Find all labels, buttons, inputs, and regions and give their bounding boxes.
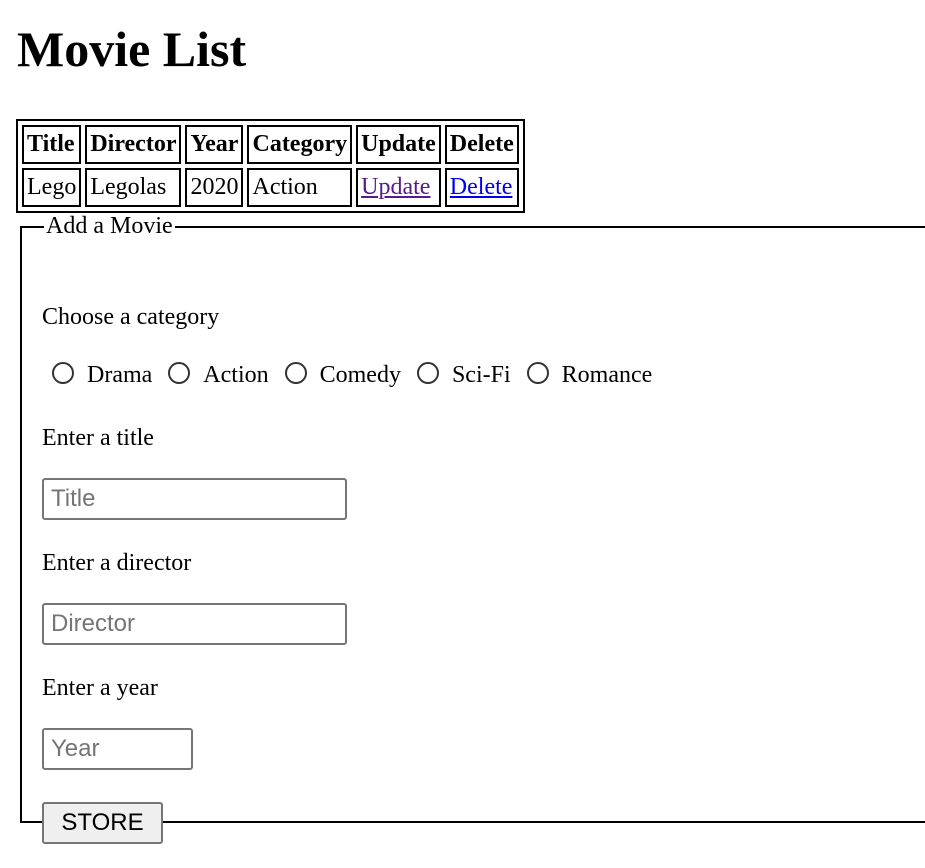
radio-action[interactable]: Action xyxy=(168,361,269,389)
update-link[interactable]: Update xyxy=(361,174,430,200)
radio-button-drama[interactable] xyxy=(52,361,74,384)
header-update: Update xyxy=(356,125,441,164)
cell-update: Update xyxy=(356,168,441,207)
header-delete: Delete xyxy=(444,125,519,164)
director-input[interactable] xyxy=(42,603,347,645)
header-director: Director xyxy=(85,125,182,164)
radio-label-comedy: Comedy xyxy=(319,362,401,388)
cell-year: 2020 xyxy=(185,168,244,207)
radio-drama[interactable]: Drama xyxy=(52,361,153,389)
radio-button-romance[interactable] xyxy=(526,361,549,384)
radio-comedy[interactable]: Comedy xyxy=(284,361,401,389)
delete-link[interactable]: Delete xyxy=(450,174,513,200)
table-header-row: Title Director Year Category Update Dele… xyxy=(22,125,519,164)
radio-button-action[interactable] xyxy=(168,361,191,384)
add-movie-legend: Add a Movie xyxy=(46,213,173,239)
category-radio-group: Drama Action Comedy Sci-Fi Romance xyxy=(52,361,668,389)
radio-label-drama: Drama xyxy=(87,362,153,388)
year-input[interactable] xyxy=(42,728,193,770)
radio-button-comedy[interactable] xyxy=(284,361,307,384)
cell-director: Legolas xyxy=(85,168,182,207)
add-movie-fieldset: Add a Movie Choose a category Drama Acti… xyxy=(20,213,925,844)
year-label: Enter a year xyxy=(42,675,158,701)
title-label: Enter a title xyxy=(42,425,154,451)
cell-category: Action xyxy=(247,168,353,207)
page-title: Movie List xyxy=(17,21,247,77)
header-category: Category xyxy=(247,125,353,164)
movie-table: Title Director Year Category Update Dele… xyxy=(16,119,525,213)
header-title: Title xyxy=(22,125,82,164)
category-label: Choose a category xyxy=(42,304,220,330)
cell-title: Lego xyxy=(22,168,82,207)
cell-delete: Delete xyxy=(444,168,519,207)
director-label: Enter a director xyxy=(42,550,192,576)
radio-label-romance: Romance xyxy=(561,362,653,388)
table-row: Lego Legolas 2020 Action Update Delete xyxy=(22,168,519,207)
radio-scifi[interactable]: Sci-Fi xyxy=(416,361,511,389)
store-button[interactable]: STORE xyxy=(42,802,163,844)
header-year: Year xyxy=(185,125,244,164)
radio-label-scifi: Sci-Fi xyxy=(451,362,511,388)
title-input[interactable] xyxy=(42,478,347,520)
radio-button-scifi[interactable] xyxy=(416,361,439,384)
radio-romance[interactable]: Romance xyxy=(526,361,653,389)
radio-label-action: Action xyxy=(203,362,269,388)
